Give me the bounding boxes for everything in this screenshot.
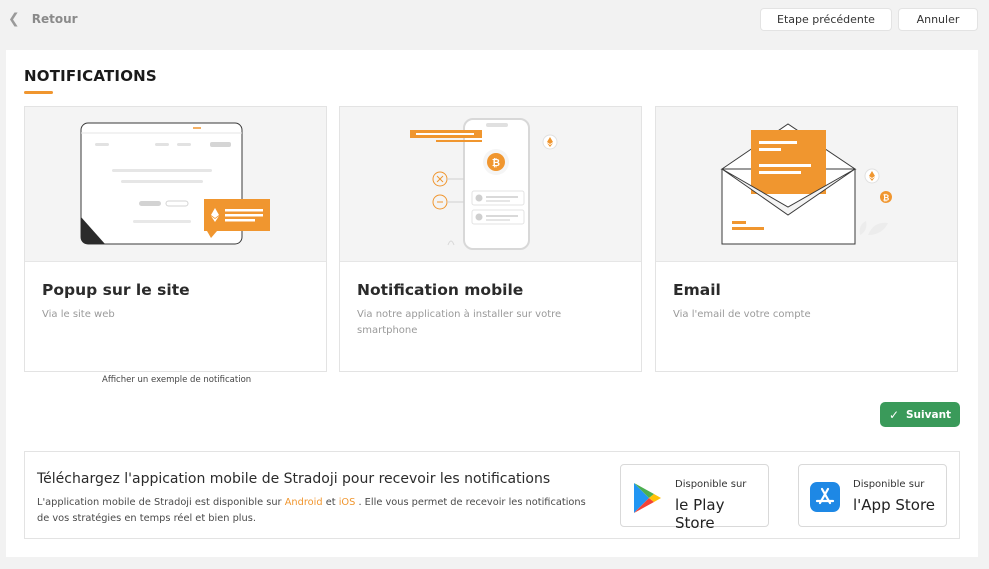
card-mobile-description: Via notre application à installer sur vo… — [357, 309, 562, 336]
svg-text:₿: ₿ — [492, 157, 500, 169]
card-email[interactable]: ₿ Email Via l'email de votre compte — [655, 106, 958, 372]
ios-link[interactable]: iOS — [339, 497, 356, 508]
check-icon: ✓ — [888, 407, 899, 422]
download-title: Téléchargez l'appication mobile de Strad… — [37, 471, 551, 487]
next-button[interactable]: ✓ Suivant — [880, 402, 960, 427]
play-store-big-label: le Play Store — [675, 496, 725, 532]
email-illustration: ₿ — [656, 107, 957, 262]
app-store-small-label: Disponible sur — [853, 479, 925, 490]
app-store-icon — [810, 482, 840, 516]
svg-text:₿: ₿ — [883, 194, 890, 203]
top-bar: ❮ Retour Etape précédente Annuler — [0, 0, 989, 40]
card-mobile[interactable]: ₿ Notification mobile Via notre applicat… — [339, 106, 642, 372]
back-button[interactable]: ❮ Retour — [8, 11, 78, 27]
app-store-big-label: l'App Store — [853, 496, 936, 514]
app-download-box: Téléchargez l'appication mobile de Strad… — [24, 451, 960, 539]
back-label: Retour — [31, 12, 78, 26]
download-text-part-2: et — [322, 497, 339, 508]
page-title: NOTIFICATIONS — [24, 67, 157, 85]
android-link[interactable]: Android — [285, 497, 323, 508]
card-email-description: Via l'email de votre compte — [673, 309, 811, 320]
show-example-link[interactable]: Afficher un exemple de notification — [102, 375, 251, 385]
card-email-title: Email — [673, 281, 721, 299]
next-button-label: Suivant — [906, 408, 952, 421]
card-mobile-title: Notification mobile — [357, 281, 524, 299]
play-store-button[interactable]: Disponible sur le Play Store — [620, 464, 769, 532]
app-store-button[interactable]: Disponible sur l'App Store — [798, 464, 947, 527]
google-play-icon — [632, 482, 662, 518]
notifications-panel: NOTIFICATIONS Popup sur le site Via le s… — [6, 50, 978, 557]
previous-step-button[interactable]: Etape précédente — [760, 8, 892, 31]
mobile-illustration: ₿ — [340, 107, 641, 262]
title-underline — [24, 91, 53, 94]
chevron-left-icon: ❮ — [8, 11, 20, 27]
card-popup[interactable]: Popup sur le site Via le site web — [24, 106, 327, 372]
cancel-button[interactable]: Annuler — [898, 8, 978, 31]
download-description: L'application mobile de Stradoji est dis… — [37, 495, 597, 527]
popup-illustration — [25, 107, 326, 262]
download-text-part-1: L'application mobile de Stradoji est dis… — [37, 497, 285, 508]
card-popup-title: Popup sur le site — [42, 281, 190, 299]
card-popup-description: Via le site web — [42, 309, 115, 320]
play-store-small-label: Disponible sur — [675, 479, 747, 490]
